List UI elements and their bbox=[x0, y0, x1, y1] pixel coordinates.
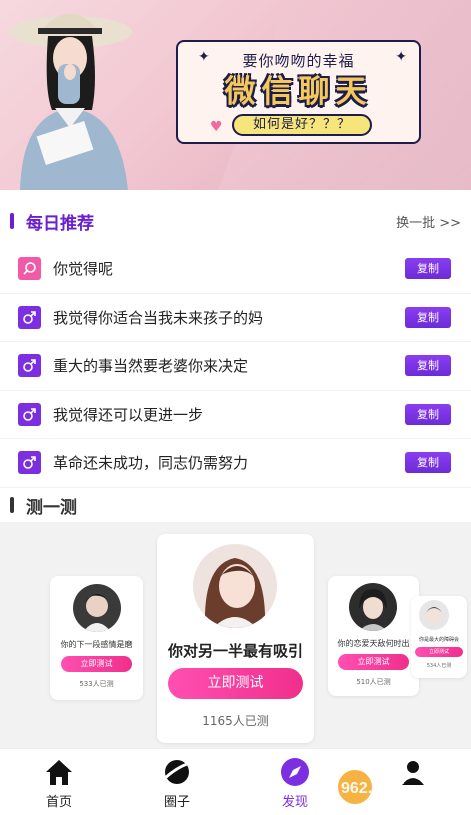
daily-title: 每日推荐 bbox=[26, 214, 94, 234]
nav-label: 圈子 bbox=[163, 795, 190, 810]
list-item[interactable]: 我觉得还可以更进一步 复制 bbox=[0, 391, 471, 439]
test-card-title: 你的恋爱天敌何时出 bbox=[337, 639, 410, 648]
start-test-button[interactable]: 立即测试 bbox=[338, 654, 409, 670]
test-card[interactable]: 你的恋爱天敌何时出 立即测试 510人已测 bbox=[328, 576, 419, 696]
banner-subtitle: 要你吻吻的幸福 bbox=[242, 52, 355, 70]
start-test-button[interactable]: 立即测试 bbox=[168, 668, 303, 699]
list-item-text: 你觉得呢 bbox=[53, 260, 114, 278]
list-item[interactable]: 革命还未成功，同志仍需努力 复制 bbox=[0, 439, 471, 488]
avatar bbox=[419, 600, 449, 630]
nav-label: 首页 bbox=[45, 795, 72, 810]
male-icon bbox=[18, 451, 41, 474]
banner-person-image bbox=[8, 13, 132, 190]
refresh-batch-link[interactable]: 换一批 >> bbox=[396, 212, 461, 231]
test-card[interactable]: 你的下一段感情是磨 立即测试 533人已测 bbox=[50, 576, 143, 700]
compass-icon bbox=[281, 758, 309, 786]
search-icon bbox=[18, 257, 41, 280]
list-item[interactable]: 你觉得呢 复制 bbox=[0, 245, 471, 294]
avatar bbox=[349, 583, 397, 631]
test-card-title: 你的下一段感情是磨 bbox=[60, 640, 133, 649]
test-title: 测一测 bbox=[26, 498, 77, 518]
male-icon bbox=[18, 305, 41, 329]
banner[interactable]: ✦ ✦ ♥ 要你吻吻的幸福 微信聊天 如何是好？？？ bbox=[0, 0, 471, 190]
test-card[interactable]: 你是最大的障碍会 立即测试 534人已测 bbox=[411, 596, 467, 678]
daily-list: 你觉得呢 复制 我觉得你适合当我未来孩子的妈 复制 重大的事当然要老婆你来决定 … bbox=[0, 245, 471, 488]
test-card-title: 你是最大的障碍会 bbox=[418, 637, 459, 643]
list-item-text: 我觉得你适合当我未来孩子的妈 bbox=[53, 308, 264, 327]
watermark-sub: 乐游网 bbox=[407, 798, 446, 813]
nav-item-home[interactable]: 首页 bbox=[0, 749, 118, 815]
heart-icon: ♥ bbox=[210, 119, 223, 135]
test-card-count: 534人已测 bbox=[426, 663, 452, 669]
planet-icon bbox=[162, 760, 191, 784]
copy-button[interactable]: 复制 bbox=[405, 452, 451, 473]
daily-header: 每日推荐 换一批 >> bbox=[0, 206, 471, 236]
test-card-count: 510人已测 bbox=[356, 678, 391, 686]
copy-button[interactable]: 复制 bbox=[405, 306, 451, 328]
list-item-text: 我觉得还可以更进一步 bbox=[53, 405, 204, 424]
start-test-button[interactable]: 立即测试 bbox=[61, 656, 132, 672]
banner-pill: 如何是好？？？ bbox=[232, 114, 372, 136]
start-test-button[interactable]: 立即测试 bbox=[415, 647, 463, 657]
avatar bbox=[193, 544, 277, 628]
watermark-text: 962.NET bbox=[341, 780, 404, 797]
banner-card: ✦ ✦ ♥ 要你吻吻的幸福 微信聊天 如何是好？？？ bbox=[176, 40, 421, 144]
watermark-logo: 962.NET 乐游网 bbox=[335, 765, 465, 813]
test-card-count: 533人已测 bbox=[79, 680, 114, 688]
copy-button[interactable]: 复制 bbox=[405, 355, 451, 376]
list-item-text: 革命还未成功，同志仍需努力 bbox=[53, 454, 249, 472]
male-icon bbox=[18, 354, 41, 377]
test-carousel[interactable]: 你的下一段感情是磨 立即测试 533人已测 你对另一半最有吸引 立即测试 116… bbox=[0, 522, 471, 748]
test-card-count: 1165人已测 bbox=[202, 714, 269, 728]
home-icon bbox=[46, 760, 72, 785]
test-card[interactable]: 你对另一半最有吸引 立即测试 1165人已测 bbox=[157, 534, 314, 743]
copy-button[interactable]: 复制 bbox=[405, 403, 451, 425]
banner-title: 微信聊天 bbox=[224, 74, 373, 110]
avatar bbox=[73, 584, 121, 632]
test-card-title: 你对另一半最有吸引 bbox=[167, 642, 303, 660]
test-header: 测一测 bbox=[0, 490, 471, 520]
nav-item-circle[interactable]: 圈子 bbox=[118, 749, 236, 815]
list-item-text: 重大的事当然要老婆你来决定 bbox=[53, 357, 249, 375]
male-icon bbox=[18, 402, 41, 426]
list-item[interactable]: 重大的事当然要老婆你来决定 复制 bbox=[0, 342, 471, 391]
copy-button[interactable]: 复制 bbox=[405, 258, 451, 279]
section-bar bbox=[10, 497, 14, 513]
section-bar bbox=[10, 213, 14, 229]
list-item[interactable]: 我觉得你适合当我未来孩子的妈 复制 bbox=[0, 294, 471, 342]
